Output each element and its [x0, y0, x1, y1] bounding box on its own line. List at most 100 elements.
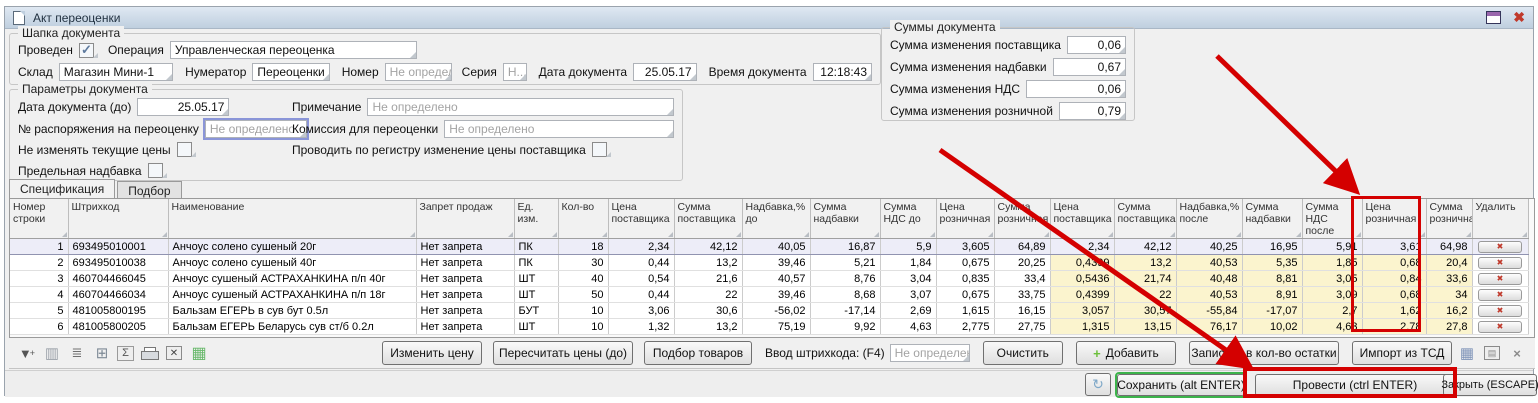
change-price-button[interactable]: Изменить цену — [382, 341, 482, 365]
table-cell[interactable]: 9,92 — [810, 319, 880, 335]
select-goods-button[interactable]: Подбор товаров — [644, 341, 752, 365]
table-cell[interactable]: 0,675 — [936, 287, 994, 303]
table-cell[interactable]: 33,4 — [994, 271, 1050, 287]
table-cell[interactable]: 27,75 — [994, 319, 1050, 335]
table-cell[interactable]: 21,74 — [1114, 271, 1176, 287]
table-cell[interactable]: 1,62 — [1362, 303, 1426, 319]
column-header[interactable]: Цена поставщика — [608, 199, 674, 239]
table-cell[interactable]: 0,5436 — [1050, 271, 1114, 287]
column-header[interactable]: Сумма надбавки — [1242, 199, 1302, 239]
table-cell[interactable]: 5,35 — [1242, 255, 1302, 271]
supplier-register-checkbox[interactable] — [592, 142, 607, 157]
table-cell[interactable]: 33,6 — [1426, 271, 1472, 287]
table-cell[interactable]: 40,53 — [1176, 287, 1242, 303]
table-cell[interactable]: ШТ — [514, 287, 558, 303]
table-cell[interactable]: Нет запрета — [416, 319, 514, 335]
column-header[interactable]: Надбавка,% до — [742, 199, 810, 239]
table-cell[interactable]: БУТ — [514, 303, 558, 319]
table-cell[interactable]: 16,87 — [810, 239, 880, 255]
table-cell[interactable]: 0,44 — [608, 255, 674, 271]
table-cell[interactable]: 2,775 — [936, 319, 994, 335]
table-cell[interactable]: 3,04 — [880, 271, 936, 287]
table-cell[interactable]: 0,54 — [608, 271, 674, 287]
table-cell[interactable]: 30,6 — [674, 303, 742, 319]
operation-field[interactable]: Управленческая переоценка — [170, 41, 417, 59]
table-cell[interactable]: 27,8 — [1426, 319, 1472, 335]
column-header[interactable]: Надбавка,% после — [1176, 199, 1242, 239]
table-cell[interactable]: 0,4399 — [1050, 255, 1114, 271]
table-row[interactable]: 4460704466034Анчоус сушеный АСТРАХАНКИНА… — [10, 287, 1528, 303]
sum-icon[interactable]: Σ — [117, 346, 134, 361]
table-cell[interactable]: 30,57 — [1114, 303, 1176, 319]
column-header[interactable]: Наименование — [168, 199, 416, 239]
table-cell[interactable]: 3,61 — [1362, 239, 1426, 255]
table-cell[interactable]: 4,63 — [880, 319, 936, 335]
table-cell[interactable]: Нет запрета — [416, 303, 514, 319]
table-cell[interactable]: 30 — [558, 255, 608, 271]
table-cell[interactable]: Анчоус сушеный АСТРАХАНКИНА п/п 40г — [168, 271, 416, 287]
table-cell[interactable]: 481005800195 — [68, 303, 168, 319]
table-cell[interactable]: ШТ — [514, 319, 558, 335]
date-to-field[interactable]: 25.05.17 — [137, 98, 229, 116]
table-cell[interactable]: 13,2 — [674, 255, 742, 271]
table-cell[interactable]: 0,68 — [1362, 255, 1426, 271]
table-cell[interactable]: 8,68 — [810, 287, 880, 303]
table-cell[interactable]: 16,95 — [1242, 239, 1302, 255]
table-view-icon[interactable]: ▦ — [1457, 344, 1477, 362]
column-header[interactable]: Сумма розничная — [994, 199, 1050, 239]
table-cell[interactable]: 0,835 — [936, 271, 994, 287]
delete-row-button[interactable]: ✖ — [1478, 273, 1522, 285]
column-header[interactable]: Сумма розничная — [1426, 199, 1472, 239]
table-cell[interactable]: Бальзам ЕГЕРЬ Беларусь сув ст/б 0.2л — [168, 319, 416, 335]
table-cell[interactable]: 4,63 — [1302, 319, 1362, 335]
table-cell[interactable]: 693495010038 — [68, 255, 168, 271]
numbered-list-icon[interactable]: ≣ — [67, 344, 87, 362]
table-cell[interactable]: 5,21 — [810, 255, 880, 271]
table-cell[interactable]: 10 — [558, 303, 608, 319]
table-cell[interactable]: 481005800205 — [68, 319, 168, 335]
table-cell[interactable]: ШТ — [514, 271, 558, 287]
table-cell[interactable]: 693495010001 — [68, 239, 168, 255]
close-window-icon[interactable]: ✖ — [1513, 11, 1525, 24]
table-cell[interactable]: 40,57 — [742, 271, 810, 287]
column-header[interactable]: Номер строки — [10, 199, 68, 239]
keep-prices-checkbox[interactable] — [177, 142, 192, 157]
table-row[interactable]: 1693495010001Анчоус солено сушеный 20гНе… — [10, 239, 1528, 255]
table-cell[interactable]: 40,48 — [1176, 271, 1242, 287]
table-cell[interactable]: 1,85 — [1302, 255, 1362, 271]
table-cell[interactable]: 64,98 — [1426, 239, 1472, 255]
excel-export-icon[interactable]: ✕ — [164, 344, 184, 362]
column-header[interactable]: Цена поставщика — [1050, 199, 1114, 239]
table-cell[interactable]: 13,2 — [1114, 255, 1176, 271]
recalc-prices-button[interactable]: Пересчитать цены (до) — [493, 341, 633, 365]
table-cell[interactable]: 10,02 — [1242, 319, 1302, 335]
table-cell[interactable]: 42,12 — [1114, 239, 1176, 255]
table-cell[interactable]: 5,9 — [880, 239, 936, 255]
print-icon[interactable] — [139, 344, 159, 362]
table-cell[interactable]: 76,17 — [1176, 319, 1242, 335]
table-cell[interactable]: 2,69 — [880, 303, 936, 319]
filter-icon[interactable]: ▼+ — [17, 344, 37, 362]
save-button[interactable]: Сохранить (alt ENTER) — [1117, 374, 1245, 396]
table-cell[interactable]: 1,615 — [936, 303, 994, 319]
table-cell[interactable]: Нет запрета — [416, 271, 514, 287]
column-header[interactable]: Цена розничная — [936, 199, 994, 239]
restore-window-icon[interactable] — [1486, 11, 1501, 24]
table-cell[interactable]: Бальзам ЕГЕРЬ в сув бут 0.5л — [168, 303, 416, 319]
delete-row-button[interactable]: ✖ — [1478, 257, 1522, 269]
table-cell[interactable]: 0,675 — [936, 255, 994, 271]
doc-sum-field[interactable]: 0,79 — [1059, 102, 1126, 120]
table-cell[interactable]: 10 — [558, 319, 608, 335]
column-header[interactable]: Удалить — [1472, 199, 1528, 239]
sklad-field[interactable]: Магазин Мини-1 — [59, 63, 173, 81]
table-cell[interactable]: 1,315 — [1050, 319, 1114, 335]
add-button[interactable]: +Добавить — [1076, 341, 1176, 365]
post-button[interactable]: Провести (ctrl ENTER) — [1255, 374, 1455, 396]
table-cell[interactable]: 16,2 — [1426, 303, 1472, 319]
table-cell[interactable]: 3,09 — [1302, 287, 1362, 303]
delete-row-button[interactable]: ✖ — [1478, 289, 1522, 301]
table-cell[interactable]: 20,25 — [994, 255, 1050, 271]
calculator-add-icon[interactable]: ⊞ — [92, 344, 112, 362]
table-cell[interactable]: -56,02 — [742, 303, 810, 319]
table-cell[interactable]: 20,4 — [1426, 255, 1472, 271]
